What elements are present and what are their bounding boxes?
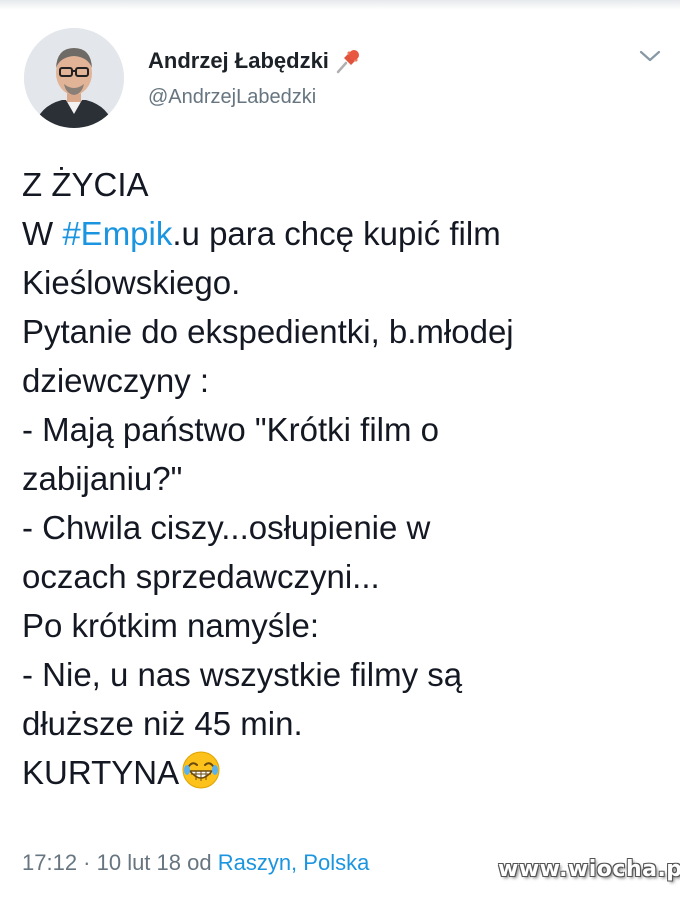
- hashtag-link[interactable]: #Empik: [62, 215, 172, 252]
- tweet-text: Z ŻYCIA W #Empik.u para chcę kupić film …: [22, 160, 662, 797]
- laughing-face-emoji: [181, 750, 221, 790]
- tweet-timestamp[interactable]: 17:12 · 10 lut 18 od: [22, 850, 218, 875]
- author-handle[interactable]: @AndrzejLabedzki: [148, 86, 316, 109]
- tweet-line: Pytanie do ekspedientki, b.młodej: [22, 313, 514, 350]
- site-watermark: www.wiocha.pl: [498, 857, 680, 882]
- profile-photo: [24, 28, 124, 128]
- tweet-line: - Chwila ciszy...osłupienie w: [22, 509, 431, 546]
- tweet-line: dłuższe niż 45 min.: [22, 705, 303, 742]
- tweet-line: dziewczyny :: [22, 362, 210, 399]
- tweet-line: - Nie, u nas wszystkie filmy są: [22, 656, 463, 693]
- tweet-line: - Mają państwo "Krótki film o: [22, 411, 440, 448]
- tweet-line: W #Empik.u para chcę kupić film: [22, 209, 662, 258]
- tweet-line: oczach sprzedawczyni...: [22, 558, 380, 595]
- tweet-line-prefix: W: [22, 215, 63, 252]
- tweet-line: Kieślowskiego.: [22, 264, 241, 301]
- tweet-line: KURTYNA: [22, 748, 662, 797]
- top-divider: [0, 0, 680, 10]
- chevron-down-icon[interactable]: [636, 42, 664, 70]
- tweet-line-suffix: .u para chcę kupić film: [172, 215, 501, 252]
- author-name-row[interactable]: Andrzej Łabędzki: [148, 46, 363, 76]
- tweet-line: Po krótkim namyśle:: [22, 607, 320, 644]
- tweet-line: Z ŻYCIA: [22, 166, 149, 203]
- tweet-meta: 17:12 · 10 lut 18 od Raszyn, Polska: [22, 850, 369, 876]
- pushpin-icon: [333, 46, 363, 76]
- tweet-line: zabijaniu?": [22, 460, 183, 497]
- avatar[interactable]: [24, 28, 124, 128]
- author-name[interactable]: Andrzej Łabędzki: [148, 48, 329, 74]
- tweet-line-text: KURTYNA: [22, 754, 180, 791]
- tweet-location-link[interactable]: Raszyn, Polska: [218, 850, 370, 875]
